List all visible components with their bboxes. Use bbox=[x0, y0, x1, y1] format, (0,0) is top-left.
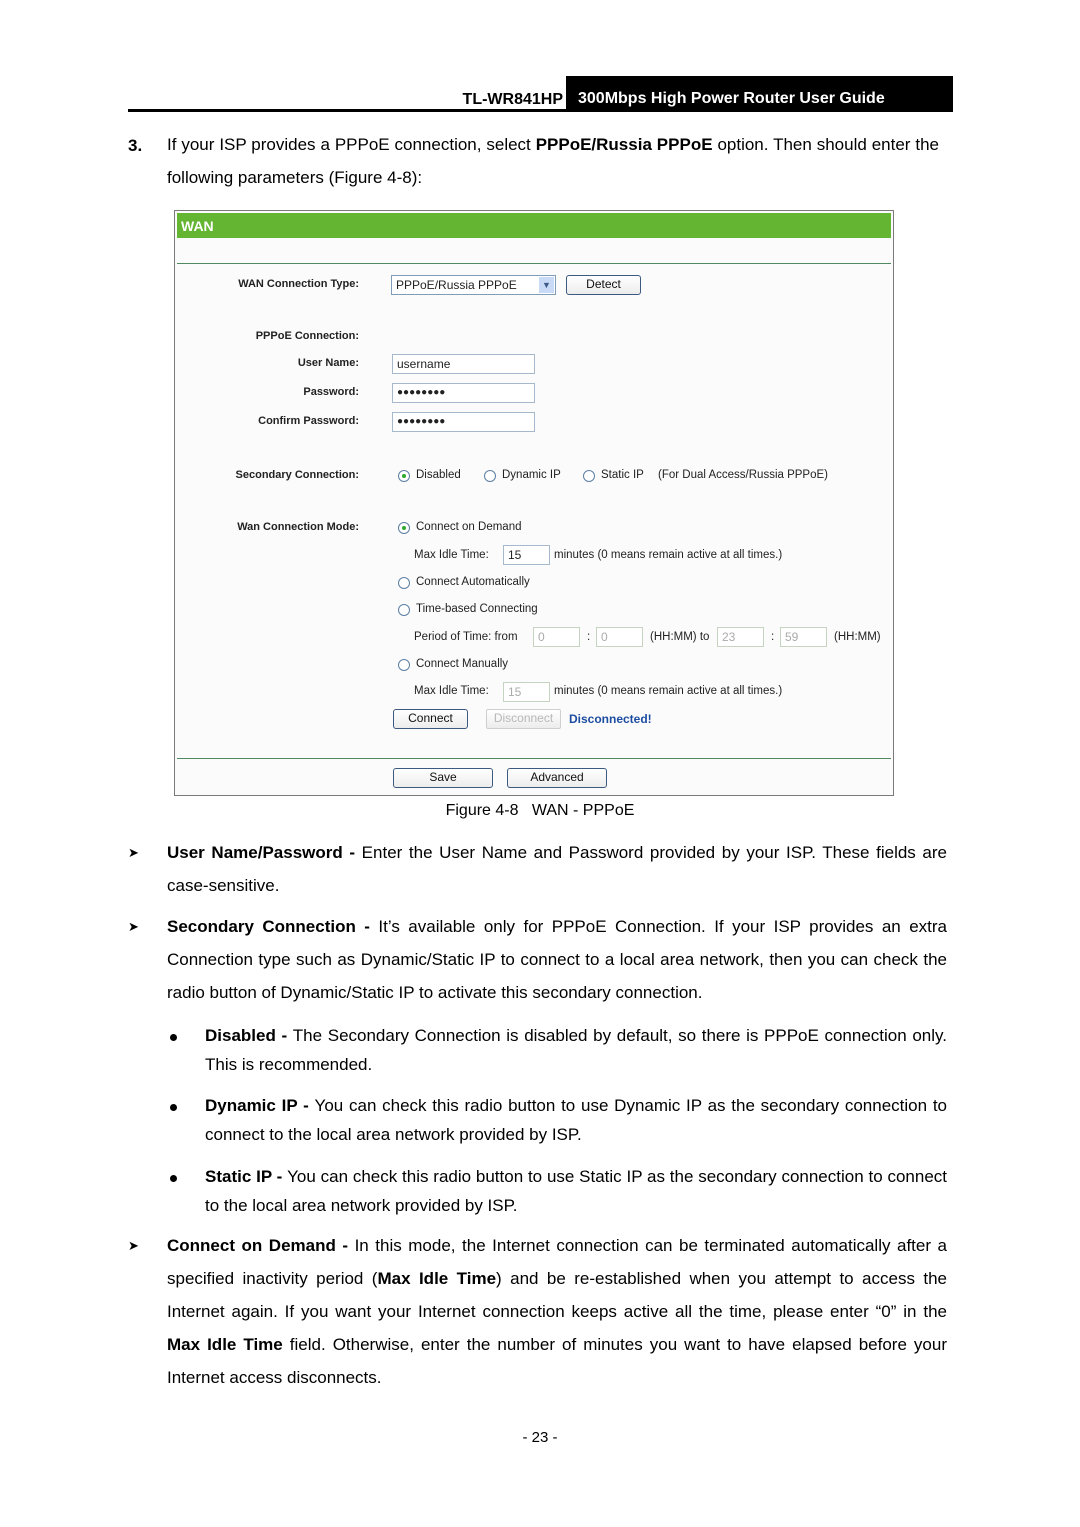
divider bbox=[177, 758, 891, 759]
wan-connection-type-select[interactable]: PPPoE/Russia PPPoE ▼ bbox=[391, 275, 556, 295]
page-header: TL-WR841HP 300Mbps High Power Router Use… bbox=[128, 76, 953, 112]
manual-max-idle-input[interactable]: 15 bbox=[503, 682, 550, 702]
header-model: TL-WR841HP bbox=[462, 91, 563, 108]
radio-disabled-label: Disabled bbox=[416, 469, 461, 481]
save-button[interactable]: Save bbox=[393, 768, 493, 788]
bullet-text: You can check this radio button to use D… bbox=[205, 1096, 948, 1144]
sub-bullet-static-ip: Static IP - You can check this radio but… bbox=[205, 1162, 947, 1220]
bullet-term: Static IP - bbox=[205, 1167, 288, 1186]
pppoe-connection-label: PPPoE Connection: bbox=[255, 330, 359, 342]
bold-term: Max Idle Time bbox=[167, 1335, 283, 1354]
radio-connect-automatically[interactable] bbox=[398, 577, 410, 589]
step-number: 3. bbox=[128, 136, 143, 155]
radio-connect-manually[interactable] bbox=[398, 659, 410, 671]
intro-paragraph: If your ISP provides a PPPoE connection,… bbox=[167, 128, 939, 194]
dot-bullet-icon bbox=[170, 1034, 177, 1041]
bullet-text: The Secondary Connection is disabled by … bbox=[205, 1026, 947, 1074]
bullet-connect-on-demand: Connect on Demand - In this mode, the In… bbox=[167, 1229, 947, 1394]
colon: : bbox=[587, 631, 591, 643]
colon: : bbox=[771, 631, 775, 643]
sub-bullet-dynamic-ip: Dynamic IP - You can check this radio bu… bbox=[205, 1091, 947, 1149]
radio-dynamic-ip-label: Dynamic IP bbox=[502, 469, 561, 481]
password-label: Password: bbox=[303, 386, 359, 398]
bullet-text: You can check this radio button to use S… bbox=[205, 1167, 947, 1215]
dot-bullet-icon bbox=[170, 1104, 177, 1111]
radio-static-ip-label: Static IP bbox=[601, 469, 644, 481]
confirm-password-input[interactable]: ●●●●●●●● bbox=[392, 412, 535, 432]
bold-term: Max Idle Time bbox=[377, 1269, 497, 1288]
advanced-button[interactable]: Advanced bbox=[507, 768, 607, 788]
bullet-term: Dynamic IP - bbox=[205, 1096, 315, 1115]
manual-max-idle-label: Max Idle Time: bbox=[414, 685, 489, 697]
radio-dynamic-ip[interactable] bbox=[484, 470, 496, 482]
user-name-label: User Name: bbox=[297, 357, 359, 369]
confirm-password-label: Confirm Password: bbox=[258, 415, 359, 427]
header-title: 300Mbps High Power Router User Guide bbox=[566, 76, 953, 110]
chevron-down-icon[interactable]: ▼ bbox=[539, 277, 554, 293]
max-idle-label: Max Idle Time: bbox=[414, 549, 489, 561]
detect-button[interactable]: Detect bbox=[566, 275, 641, 295]
radio-time-based[interactable] bbox=[398, 604, 410, 616]
panel-titlebar: WAN bbox=[177, 213, 891, 238]
bullet-term: Secondary Connection - bbox=[167, 917, 379, 936]
bullet-term: User Name/Password - bbox=[167, 843, 362, 862]
bullet-user-name-password: User Name/Password - Enter the User Name… bbox=[167, 836, 947, 902]
dot-bullet-icon bbox=[170, 1175, 177, 1182]
hhmm-to-label: (HH:MM) to bbox=[650, 631, 710, 643]
arrow-bullet-icon: ➤ bbox=[128, 1238, 139, 1253]
wan-connection-type-label: WAN Connection Type: bbox=[238, 278, 359, 290]
bullet-term: Disabled - bbox=[205, 1026, 293, 1045]
figure-caption: Figure 4-8 WAN - PPPoE bbox=[445, 802, 635, 819]
connect-manually-label: Connect Manually bbox=[416, 658, 509, 670]
connect-button[interactable]: Connect bbox=[393, 709, 468, 729]
sub-bullet-disabled: Disabled - The Secondary Connection is d… bbox=[205, 1021, 947, 1079]
connect-on-demand-label: Connect on Demand bbox=[416, 521, 522, 533]
secondary-connection-note: (For Dual Access/Russia PPPoE) bbox=[658, 469, 829, 481]
page-number: - 23 - bbox=[522, 1429, 558, 1446]
user-name-input[interactable]: username bbox=[392, 354, 535, 374]
arrow-bullet-icon: ➤ bbox=[128, 845, 139, 860]
arrow-bullet-icon: ➤ bbox=[128, 919, 139, 934]
bullet-secondary-connection: Secondary Connection - It’s available on… bbox=[167, 910, 947, 1009]
from-hh-input[interactable]: 0 bbox=[533, 627, 580, 647]
manual-max-idle-note: minutes (0 means remain active at all ti… bbox=[554, 685, 783, 697]
wan-pppoe-figure: WAN WAN Connection Type: PPPoE/Russia PP… bbox=[174, 210, 894, 796]
intro-bold: PPPoE/Russia PPPoE bbox=[535, 135, 713, 154]
secondary-connection-label: Secondary Connection: bbox=[235, 469, 359, 481]
password-input[interactable]: ●●●●●●●● bbox=[392, 383, 535, 403]
time-based-label: Time-based Connecting bbox=[416, 603, 538, 615]
hhmm-label: (HH:MM) bbox=[834, 631, 881, 643]
to-hh-input[interactable]: 23 bbox=[717, 627, 764, 647]
disconnect-button[interactable]: Disconnect bbox=[486, 709, 561, 729]
bullet-term: Connect on Demand - bbox=[167, 1236, 355, 1255]
radio-disabled[interactable] bbox=[398, 470, 410, 482]
connect-automatically-label: Connect Automatically bbox=[416, 576, 530, 588]
radio-connect-on-demand[interactable] bbox=[398, 522, 410, 534]
panel-title: WAN bbox=[181, 218, 214, 234]
period-label: Period of Time: from bbox=[414, 631, 518, 643]
to-mm-input[interactable]: 59 bbox=[780, 627, 827, 647]
max-idle-note: minutes (0 means remain active at all ti… bbox=[554, 549, 783, 561]
from-mm-input[interactable]: 0 bbox=[596, 627, 643, 647]
max-idle-input[interactable]: 15 bbox=[503, 545, 550, 565]
bullet-text: field. Otherwise, enter the number of mi… bbox=[167, 1335, 947, 1387]
selected-value: PPPoE/Russia PPPoE bbox=[396, 278, 517, 292]
radio-static-ip[interactable] bbox=[583, 470, 595, 482]
divider bbox=[177, 263, 891, 264]
wan-connection-mode-label: Wan Connection Mode: bbox=[237, 521, 359, 533]
intro-text: If your ISP provides a PPPoE connection,… bbox=[167, 135, 536, 154]
connection-status: Disconnected! bbox=[569, 712, 652, 726]
